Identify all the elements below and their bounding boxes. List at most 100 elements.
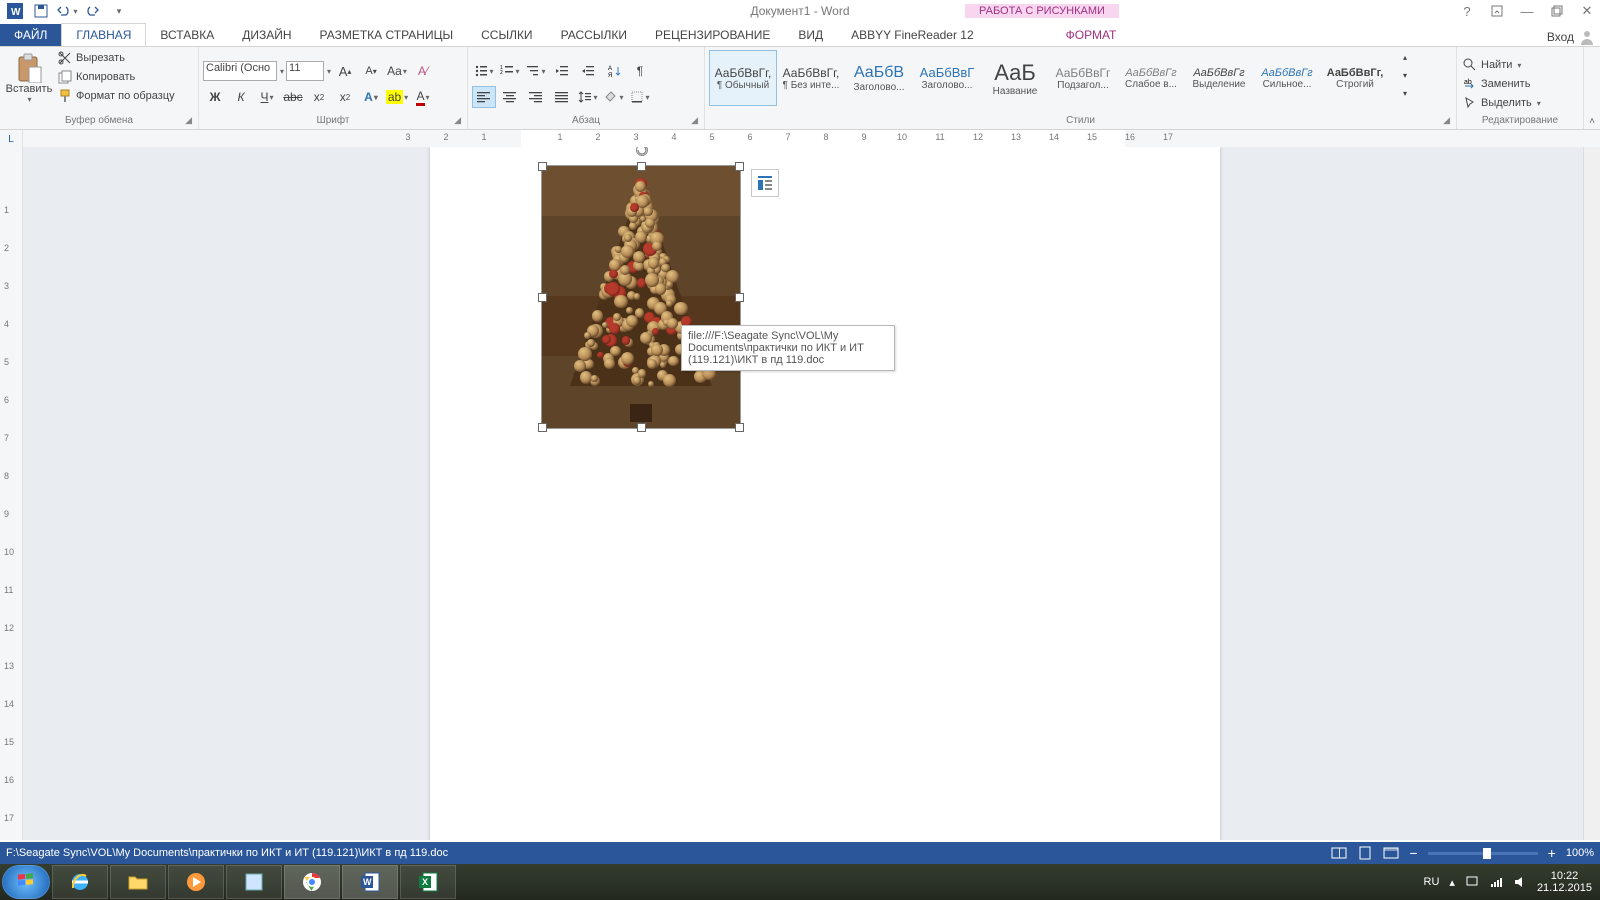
bullets-button[interactable]: ▾ [472,60,496,82]
bold-button[interactable]: Ж [203,86,227,108]
qat-customize-button[interactable]: ▾ [108,1,130,21]
ruler-h[interactable]: 3211234567891011121314151617 [23,130,1600,148]
style-item[interactable]: АаБбВвГг,Строгий [1321,50,1389,106]
undo-button[interactable]: ▾ [56,1,78,21]
style-item[interactable]: АаБбВвГгСлабое в... [1117,50,1185,106]
style-item[interactable]: АаБбВвГг,¶ Без инте... [777,50,845,106]
align-left-button[interactable] [472,86,496,108]
styles-up-button[interactable]: ▴ [1393,49,1417,66]
tab-file[interactable]: ФАЙЛ [0,24,61,46]
clear-format-button[interactable]: A⁄ [411,60,435,82]
tab-review[interactable]: РЕЦЕНЗИРОВАНИЕ [641,24,784,46]
tab-mailings[interactable]: РАССЫЛКИ [547,24,641,46]
borders-button[interactable]: ▾ [628,86,652,108]
web-layout-button[interactable] [1383,846,1399,860]
restore-button[interactable] [1544,1,1570,21]
close-button[interactable]: ✕ [1574,1,1600,21]
ribbon-display-button[interactable] [1484,1,1510,21]
style-item[interactable]: АаБбВвГгПодзагол... [1049,50,1117,106]
shading-button[interactable]: ▾ [602,86,626,108]
multilevel-button[interactable]: ▾ [524,60,548,82]
align-center-button[interactable] [498,86,522,108]
tab-format[interactable]: ФОРМАТ [1052,24,1131,46]
align-justify-button[interactable] [550,86,574,108]
start-button[interactable] [2,865,50,899]
zoom-level[interactable]: 100% [1566,847,1594,859]
underline-button[interactable]: Ч▾ [255,86,279,108]
font-name-combo[interactable]: Calibri (Осно [203,61,277,81]
font-size-combo[interactable]: 11 [286,61,324,81]
show-marks-button[interactable]: ¶ [628,60,652,82]
tab-finereader[interactable]: ABBYY FineReader 12 [837,24,988,46]
taskbar-excel[interactable]: X [400,865,456,899]
tab-selector[interactable]: L [0,130,23,148]
zoom-out-button[interactable]: − [1409,845,1417,861]
text-effects-button[interactable]: A▾ [359,86,383,108]
taskbar-app[interactable] [226,865,282,899]
italic-button[interactable]: К [229,86,253,108]
select-button[interactable]: Выделить▾ [1461,94,1543,112]
dialog-launcher[interactable]: ◢ [454,115,461,126]
print-layout-button[interactable] [1357,846,1373,860]
signin-link[interactable]: Вход [1547,28,1600,46]
taskbar-ie[interactable] [52,865,108,899]
cut-button[interactable]: Вырезать [56,49,177,67]
superscript-button[interactable]: x2 [333,86,357,108]
font-color-button[interactable]: A▾ [411,86,435,108]
zoom-in-button[interactable]: + [1548,845,1556,861]
taskbar-word[interactable]: W [342,865,398,899]
sort-button[interactable]: AЯ [602,60,626,82]
format-painter-button[interactable]: Формат по образцу [56,87,177,105]
tray-action-center-icon[interactable] [1465,875,1479,889]
tab-page-layout[interactable]: РАЗМЕТКА СТРАНИЦЫ [306,24,468,46]
reading-view-button[interactable] [1331,846,1347,860]
style-item[interactable]: АаБбВвГгВыделение [1185,50,1253,106]
tray-flag-icon[interactable]: ▴ [1449,876,1455,889]
tab-home[interactable]: ГЛАВНАЯ [61,23,146,46]
shrink-font-button[interactable]: A▾ [359,60,383,82]
help-button[interactable]: ? [1454,1,1480,21]
increase-indent-button[interactable] [576,60,600,82]
style-item[interactable]: АаБНазвание [981,50,1049,106]
rotate-handle[interactable] [636,147,648,156]
align-right-button[interactable] [524,86,548,108]
highlight-button[interactable]: ab▾ [385,86,409,108]
style-item[interactable]: АаБбВвГЗаголово... [913,50,981,106]
style-item[interactable]: АаБбВЗаголово... [845,50,913,106]
dialog-launcher[interactable]: ◢ [185,115,192,126]
style-item[interactable]: АаБбВвГг,¶ Обычный [709,50,777,106]
numbering-button[interactable]: 12▾ [498,60,522,82]
tab-design[interactable]: ДИЗАЙН [228,24,305,46]
strikethrough-button[interactable]: abc [281,86,305,108]
tab-references[interactable]: ССЫЛКИ [467,24,546,46]
layout-options-button[interactable] [751,169,779,197]
dialog-launcher[interactable]: ◢ [691,115,698,126]
taskbar-chrome[interactable] [284,865,340,899]
tray-network-icon[interactable] [1489,875,1503,889]
copy-button[interactable]: Копировать [56,68,177,86]
taskbar-explorer[interactable] [110,865,166,899]
subscript-button[interactable]: x2 [307,86,331,108]
redo-button[interactable] [82,1,104,21]
taskbar-media[interactable] [168,865,224,899]
tab-view[interactable]: ВИД [784,24,837,46]
styles-gallery[interactable]: АаБбВвГг,¶ ОбычныйАаБбВвГг,¶ Без инте...… [709,49,1389,107]
styles-down-button[interactable]: ▾ [1393,67,1417,84]
zoom-slider[interactable] [1428,852,1538,855]
change-case-button[interactable]: Aa▾ [385,60,409,82]
minimize-button[interactable]: — [1514,1,1540,21]
ruler-v[interactable]: 1234567891011121314151617 [0,147,23,840]
find-button[interactable]: Найти▾ [1461,56,1523,74]
tray-lang[interactable]: RU [1424,876,1440,888]
grow-font-button[interactable]: A▴ [333,60,357,82]
canvas[interactable]: file:///F:\Seagate Sync\VOL\My Documents… [23,147,1600,840]
decrease-indent-button[interactable] [550,60,574,82]
tray-clock[interactable]: 10:2221.12.2015 [1537,870,1592,894]
line-spacing-button[interactable]: ▾ [576,86,600,108]
style-item[interactable]: АаБбВвГгСильное... [1253,50,1321,106]
styles-more-button[interactable]: ▾ [1393,85,1417,102]
replace-button[interactable]: abЗаменить [1461,75,1532,93]
selected-image[interactable] [541,165,741,429]
vertical-scrollbar[interactable] [1583,147,1600,840]
save-button[interactable] [30,1,52,21]
